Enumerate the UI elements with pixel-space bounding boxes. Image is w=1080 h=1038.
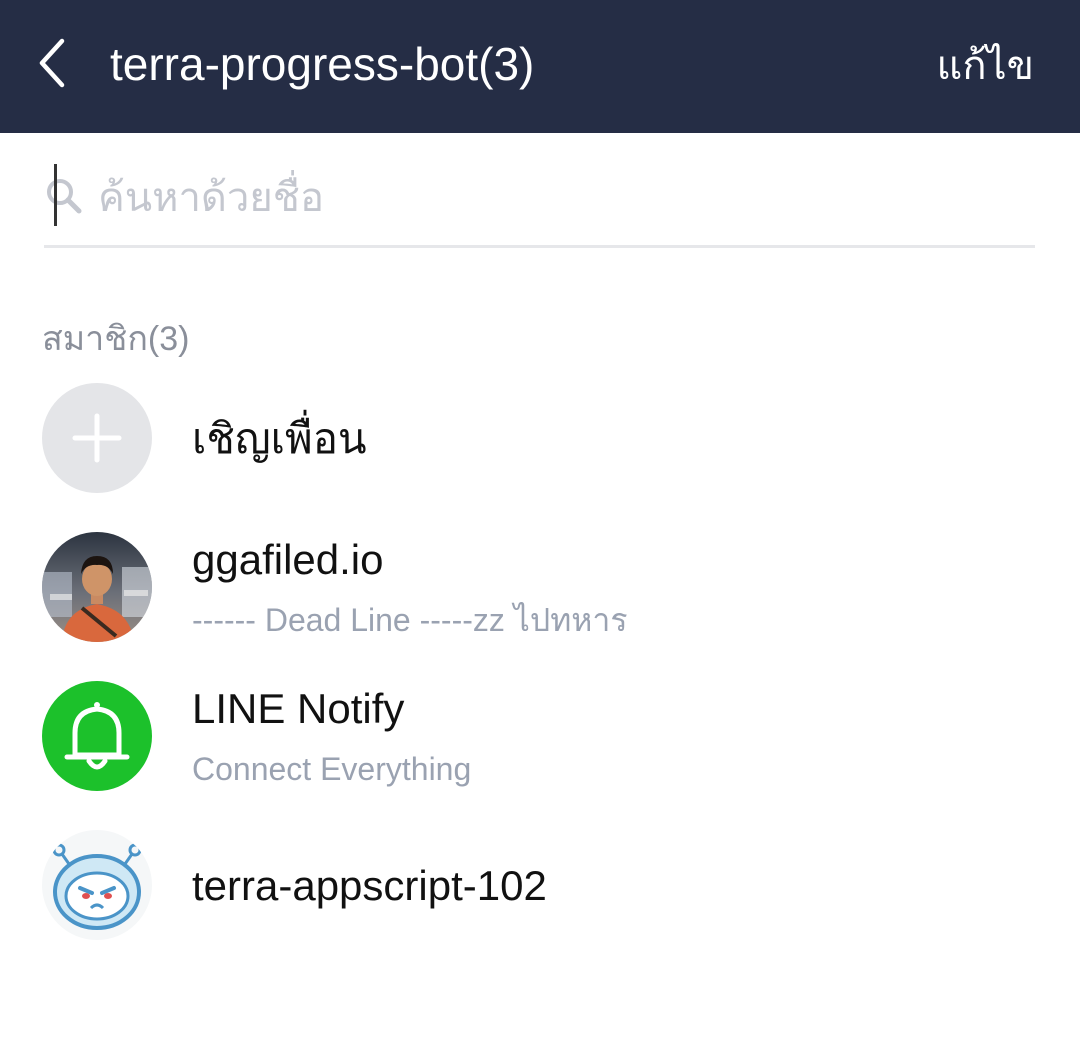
avatar — [42, 532, 152, 642]
search-bar — [44, 150, 1035, 248]
invite-avatar — [42, 383, 152, 493]
bell-icon — [64, 702, 130, 770]
chevron-left-icon — [39, 38, 65, 88]
avatar — [42, 830, 152, 940]
invite-friends-label: เชิญเพื่อน — [192, 415, 367, 462]
member-name: ggafiled.io — [192, 536, 384, 583]
search-input[interactable] — [98, 166, 998, 230]
member-name: terra-appscript-102 — [192, 862, 547, 909]
back-button[interactable] — [28, 33, 78, 93]
robot-icon — [52, 843, 142, 930]
page-title: terra-progress-bot(3) — [110, 38, 535, 90]
member-status: ------ Dead Line -----zz ไปทหาร — [192, 602, 628, 638]
member-item-line-notify[interactable]: LINE Notify Connect Everything — [42, 681, 1042, 793]
member-name: LINE Notify — [192, 685, 405, 732]
plus-icon — [72, 413, 122, 463]
search-icon — [47, 179, 82, 214]
avatar — [42, 681, 152, 791]
app-header: terra-progress-bot(3) แก้ไข — [0, 0, 1080, 133]
members-section-label: สมาชิก(3) — [42, 320, 190, 358]
text-cursor — [54, 164, 57, 226]
invite-friends-item[interactable]: เชิญเพื่อน — [42, 383, 1042, 495]
member-status: Connect Everything — [192, 751, 472, 787]
edit-button[interactable]: แก้ไข — [937, 38, 1034, 94]
member-item-terra-appscript[interactable]: terra-appscript-102 — [42, 830, 1042, 942]
member-item-ggafiled[interactable]: ggafiled.io ------ Dead Line -----zz ไปท… — [42, 532, 1042, 644]
profile-photo — [42, 532, 152, 642]
